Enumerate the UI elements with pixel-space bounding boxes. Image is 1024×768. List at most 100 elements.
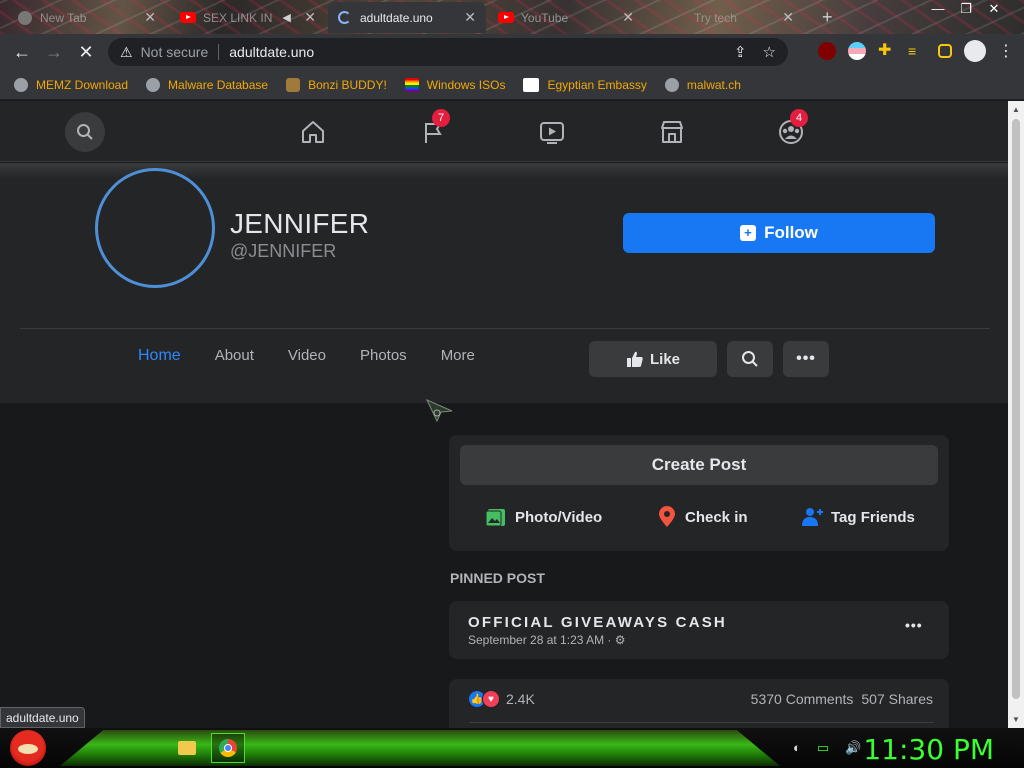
new-tab-button[interactable]: + — [812, 2, 842, 33]
close-icon[interactable]: ✕ — [464, 9, 476, 26]
kebab-menu-icon[interactable]: ⋮ — [998, 41, 1014, 61]
tab-title: Try tech — [694, 10, 737, 25]
tab-about[interactable]: About — [215, 347, 254, 365]
pride-flag-icon — [404, 77, 419, 92]
taskbar-file-explorer[interactable] — [170, 733, 204, 763]
wix-icon — [523, 77, 540, 92]
nav-groups[interactable]: 4 — [776, 109, 808, 147]
close-icon[interactable]: ✕ — [144, 9, 156, 26]
bookmark-egyptian-embassy[interactable]: Egyptian Embassy — [523, 77, 647, 92]
media-queue-icon[interactable]: ≡ — [908, 42, 926, 60]
tab-sex-link[interactable]: SEX LINK IN ◀ ✕ — [170, 2, 326, 33]
tag-friends-button[interactable]: Tag Friends — [801, 506, 915, 528]
love-reaction-icon: ♥ — [482, 690, 500, 708]
browser-toolbar: ← → ✕ ⚠ Not secure adultdate.uno ⇪ ☆ ✚ ≡… — [0, 34, 1024, 70]
comments-count[interactable]: 5370 Comments — [751, 691, 854, 707]
follow-button[interactable]: + Follow — [623, 213, 935, 253]
tab-adultdate[interactable]: adultdate.uno ✕ — [328, 2, 486, 33]
bookmark-label: malwat.ch — [686, 77, 741, 92]
photo-icon — [485, 509, 505, 527]
close-icon[interactable]: ✕ — [622, 9, 634, 26]
location-pin-icon — [659, 506, 675, 527]
divider — [218, 44, 220, 60]
profile-tabs: Home About Video Photos More — [138, 347, 509, 365]
battery-icon[interactable]: ▭ — [817, 740, 829, 756]
maximize-icon[interactable]: ❐ — [952, 0, 980, 20]
divider — [469, 722, 933, 723]
ublock-icon[interactable] — [818, 42, 836, 60]
volume-icon[interactable]: 🔊 — [845, 740, 861, 756]
nav-marketplace[interactable] — [657, 117, 687, 147]
alienware-tray-icon[interactable]: ◐ — [793, 740, 801, 756]
search-icon — [77, 124, 93, 140]
puzzle-extensions-icon[interactable]: ✚ — [878, 42, 896, 60]
page-more-button[interactable]: ••• — [783, 341, 829, 377]
close-icon[interactable]: ✕ — [782, 9, 794, 26]
taskbar-clock[interactable]: 11:30 PM — [863, 733, 994, 766]
bookmark-malwatch[interactable]: malwat.ch — [664, 77, 741, 92]
search-button[interactable] — [65, 112, 105, 152]
folder-icon — [178, 741, 196, 755]
security-label[interactable]: Not secure — [141, 44, 209, 60]
bookmark-malware-db[interactable]: Malware Database — [146, 77, 268, 92]
nav-home[interactable] — [298, 117, 328, 147]
like-label: Like — [649, 350, 680, 368]
tag-friends-label: Tag Friends — [831, 508, 915, 526]
scroll-down-icon[interactable]: ▼ — [1012, 715, 1020, 724]
bookmark-memz[interactable]: MEMZ Download — [14, 77, 128, 92]
check-in-button[interactable]: Check in — [657, 506, 748, 528]
stop-loading-icon[interactable]: ✕ — [70, 42, 102, 63]
pinned-post-header: OFFICIAL GIVEAWAYS CASH September 28 at … — [449, 601, 949, 659]
check-in-label: Check in — [685, 508, 748, 526]
trans-flag-extension-icon[interactable] — [848, 42, 866, 60]
post-options-icon[interactable]: ••• — [905, 617, 923, 633]
forward-icon[interactable]: → — [38, 42, 70, 63]
tab-try-tech[interactable]: Try tech ✕ — [648, 2, 804, 33]
notification-badge: 4 — [790, 109, 808, 127]
globe-icon — [14, 77, 28, 92]
tab-more[interactable]: More — [441, 347, 475, 365]
bookmark-bonzi[interactable]: Bonzi BUDDY! — [286, 77, 387, 92]
minimize-icon[interactable]: — — [924, 0, 952, 20]
tab-new-tab[interactable]: New Tab ✕ — [8, 2, 166, 33]
bookmark-label: Windows ISOs — [426, 77, 506, 92]
bookmark-windows-isos[interactable]: Windows ISOs — [404, 77, 506, 92]
tab-title: adultdate.uno — [360, 10, 433, 25]
tab-video[interactable]: Video — [288, 347, 326, 365]
bookmark-star-icon[interactable]: ☆ — [763, 43, 776, 61]
reactions-summary[interactable]: 👍 ♥ 2.4K — [468, 690, 535, 708]
tab-photos[interactable]: Photos — [360, 347, 407, 365]
page-scrollbar[interactable]: ▲ ▼ — [1008, 101, 1024, 728]
start-button-angry-bird-icon[interactable] — [10, 730, 46, 766]
address-bar[interactable]: ⚠ Not secure adultdate.uno ⇪ ☆ — [108, 38, 788, 66]
scroll-up-icon[interactable]: ▲ — [1012, 105, 1020, 114]
speaker-muted-icon[interactable]: ◀ — [282, 11, 290, 24]
tab-youtube[interactable]: YouTube ✕ — [488, 2, 644, 33]
side-panel-icon[interactable] — [938, 44, 952, 58]
post-title[interactable]: OFFICIAL GIVEAWAYS CASH — [468, 614, 727, 631]
video-play-icon — [540, 122, 564, 144]
like-page-button[interactable]: Like — [589, 341, 717, 377]
taskbar-chrome[interactable] — [211, 733, 245, 763]
tab-home[interactable]: Home — [138, 347, 181, 365]
nav-watch[interactable] — [537, 117, 567, 147]
post-timestamp[interactable]: September 28 at 1:23 AM · ⚙ — [468, 633, 626, 647]
profile-avatar-icon[interactable] — [964, 40, 986, 62]
shares-count[interactable]: 507 Shares — [861, 691, 933, 707]
os-taskbar: ◐ ▭ 🔊 11:30 PM — [0, 728, 1024, 768]
share-icon[interactable]: ⇪ — [734, 43, 747, 61]
create-post-button[interactable]: Create Post — [460, 445, 938, 485]
profile-avatar[interactable] — [95, 168, 215, 288]
extensions-area: ✚ ≡ ⋮ — [818, 40, 1014, 62]
back-icon[interactable]: ← — [6, 42, 38, 63]
close-window-icon[interactable]: ✕ — [980, 0, 1008, 20]
site-top-nav: 7 4 — [0, 101, 1008, 162]
nav-pages[interactable]: 7 — [418, 109, 450, 147]
scroll-thumb[interactable] — [1012, 119, 1020, 699]
photo-video-button[interactable]: Photo/Video — [485, 506, 602, 528]
warning-icon[interactable]: ⚠ — [120, 44, 133, 61]
web-page: 7 4 JENNIFER @JENNIFER + Follow Home Abo… — [0, 101, 1008, 728]
page-search-button[interactable] — [727, 341, 773, 377]
url-text[interactable]: adultdate.uno — [229, 44, 314, 60]
close-icon[interactable]: ✕ — [304, 9, 316, 26]
